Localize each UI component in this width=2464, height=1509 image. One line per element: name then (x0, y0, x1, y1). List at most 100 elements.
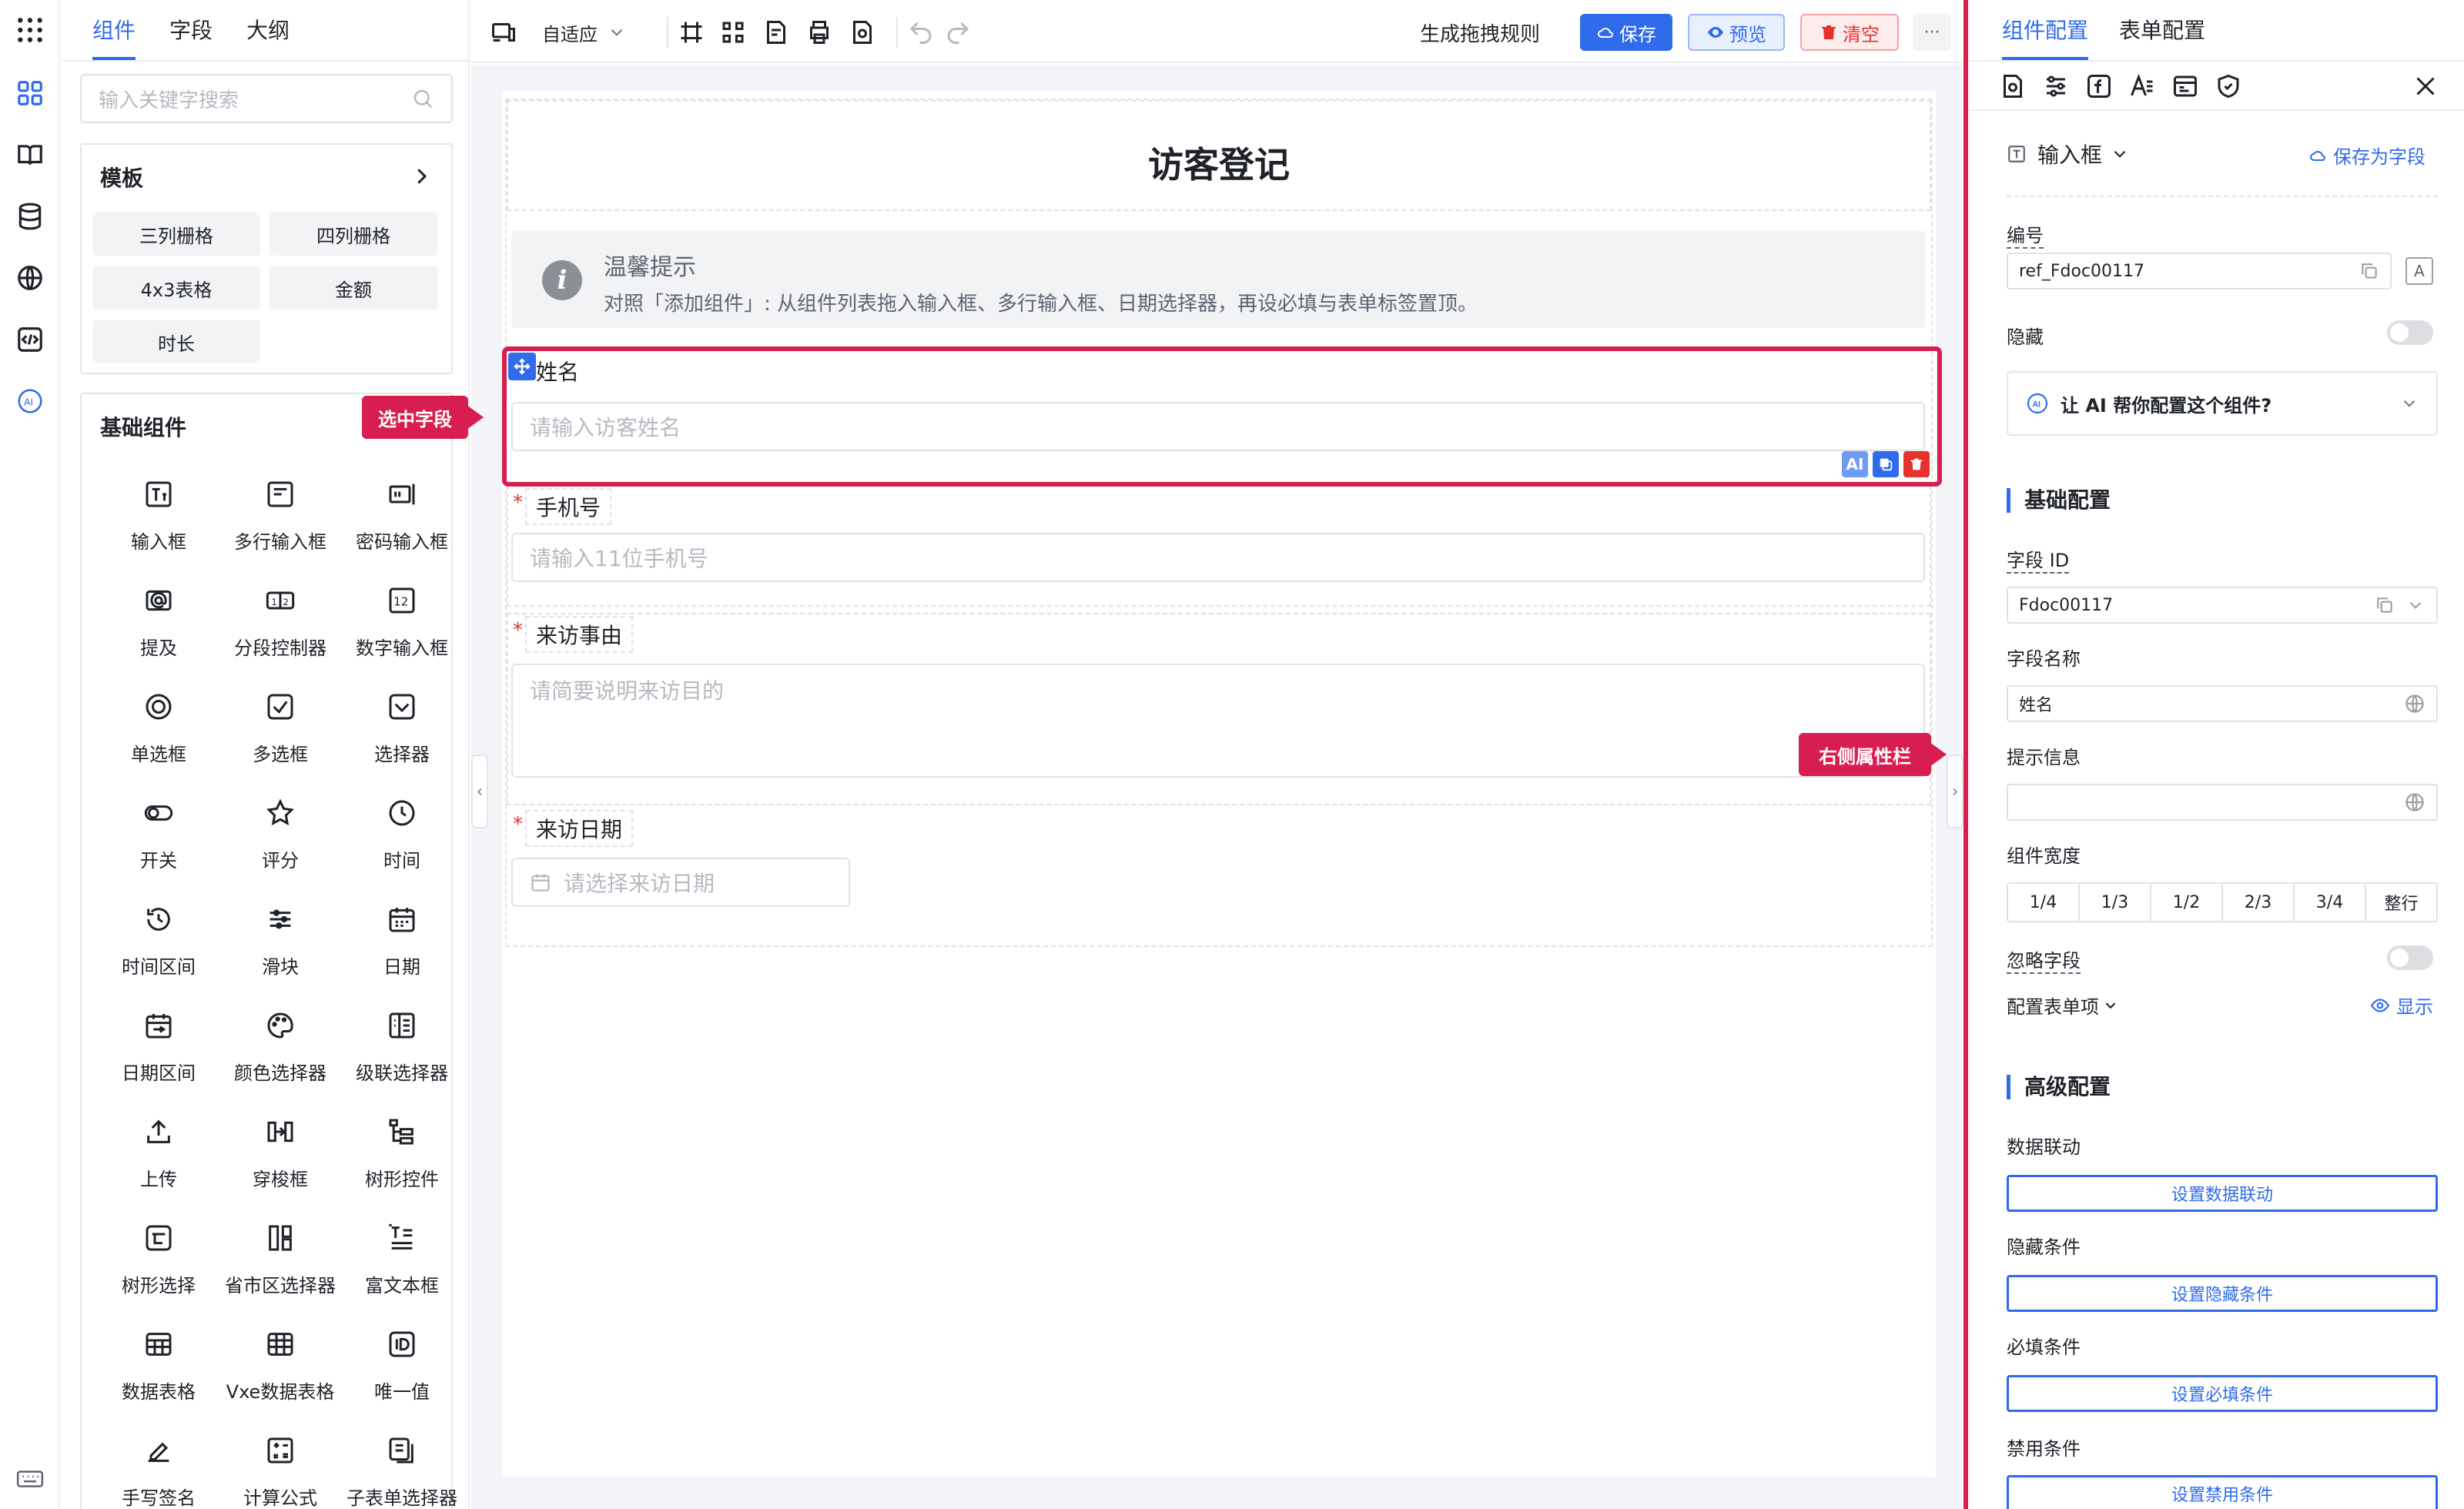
field-label-phone[interactable]: 手机号 (525, 488, 612, 525)
component-item[interactable]: 单选框 (97, 684, 220, 790)
copy-action-icon[interactable] (1873, 451, 1899, 477)
function-icon[interactable] (2084, 71, 2114, 102)
window-icon[interactable] (2170, 71, 2201, 102)
component-item[interactable]: 输入框 (97, 471, 220, 577)
component-item[interactable]: 上传 (97, 1109, 220, 1215)
font-a-icon[interactable]: A (2405, 257, 2433, 285)
template-item[interactable]: 4x3表格 (92, 266, 260, 309)
template-item[interactable]: 三列栅格 (92, 212, 260, 256)
set-hide-cond-button[interactable]: 设置隐藏条件 (2007, 1275, 2438, 1312)
component-item[interactable]: 1 2 分段控制器 (219, 577, 342, 684)
tab-outline[interactable]: 大纲 (246, 14, 290, 60)
grid-icon[interactable] (719, 17, 747, 48)
set-disable-cond-button[interactable]: 设置禁用条件 (2007, 1475, 2438, 1509)
copy-icon[interactable] (2359, 261, 2379, 281)
field-id-select[interactable]: Fdoc00117 (2007, 587, 2438, 624)
gen-rules-button[interactable]: 生成拖拽规则 (1420, 17, 1540, 48)
component-item[interactable]: 颜色选择器 (219, 1002, 342, 1109)
ai-action-button[interactable]: AI (1842, 451, 1868, 477)
date-picker[interactable]: 请选择来访日期 (511, 858, 850, 907)
template-item[interactable]: 时长 (92, 320, 260, 363)
component-item[interactable]: 提及 (97, 577, 220, 684)
component-item[interactable]: 手写签名 (97, 1427, 220, 1509)
keyboard-icon[interactable] (14, 1463, 46, 1495)
adapt-select[interactable]: 自适应 (542, 17, 627, 48)
sliders-icon[interactable] (2040, 71, 2071, 102)
ref-input[interactable]: ref_Fdoc00117 (2007, 253, 2392, 289)
redo-icon[interactable] (944, 17, 972, 48)
component-item[interactable]: 级联选择器 (340, 1002, 464, 1109)
component-item[interactable]: 日期区间 (97, 1002, 220, 1109)
frame-icon[interactable] (678, 17, 705, 48)
show-toggle-button[interactable]: 显示 (2370, 992, 2433, 1019)
drag-handle-icon[interactable] (508, 353, 536, 380)
code-icon[interactable] (14, 323, 46, 356)
tab-form-config[interactable]: 表单配置 (2119, 14, 2205, 60)
field-label-date[interactable]: 来访日期 (525, 810, 634, 847)
apps-grid-icon[interactable] (14, 14, 46, 46)
globe-icon[interactable] (2404, 791, 2426, 813)
props-icon[interactable] (1997, 71, 2028, 102)
component-item[interactable]: 唯一值 (340, 1321, 464, 1427)
copy-icon[interactable] (2375, 595, 2395, 615)
component-item[interactable]: 多行输入框 (219, 471, 342, 577)
ai-config-box[interactable]: AI 让 AI 帮你配置这个组件? (2007, 371, 2438, 436)
component-item[interactable]: 12 数字输入框 (340, 577, 464, 684)
component-search-input[interactable]: 输入关键字搜索 (80, 74, 453, 123)
book-icon[interactable] (14, 139, 46, 171)
component-item[interactable]: 滑块 (219, 896, 342, 1002)
hint-input[interactable] (2007, 784, 2438, 821)
tab-component-config[interactable]: 组件配置 (2002, 14, 2089, 60)
close-icon[interactable] (2410, 71, 2441, 102)
undo-icon[interactable] (907, 17, 935, 48)
text-style-icon[interactable] (2127, 71, 2158, 102)
width-option[interactable]: 1/2 (2151, 884, 2223, 921)
more-button[interactable]: ··· (1913, 14, 1951, 51)
component-item[interactable]: 日期 (340, 896, 464, 1002)
width-option[interactable]: 1/4 (2008, 884, 2080, 921)
width-option[interactable]: 2/3 (2223, 884, 2295, 921)
set-req-cond-button[interactable]: 设置必填条件 (2007, 1375, 2438, 1412)
tab-components[interactable]: 组件 (92, 14, 136, 60)
components-icon[interactable] (14, 77, 46, 109)
delete-action-icon[interactable] (1903, 451, 1930, 477)
preview-button[interactable]: 预览 (1688, 14, 1785, 51)
component-type-select[interactable]: 输入框 (2007, 139, 2130, 169)
set-linkage-button[interactable]: 设置数据联动 (2007, 1175, 2438, 1212)
template-item[interactable]: 金额 (270, 266, 437, 309)
component-item[interactable]: 选择器 (340, 684, 464, 790)
hidden-toggle[interactable] (2387, 320, 2433, 345)
save-button[interactable]: 保存 (1580, 14, 1672, 51)
component-item[interactable]: 穿梭框 (219, 1109, 342, 1215)
template-item[interactable]: 四列栅格 (270, 212, 437, 256)
component-item[interactable]: 时间 (340, 790, 464, 896)
field-name-input[interactable]: 姓名 (2007, 685, 2438, 722)
globe-icon[interactable] (14, 262, 46, 294)
width-option[interactable]: 整行 (2366, 884, 2436, 921)
phone-input[interactable]: 请输入11位手机号 (511, 533, 1925, 582)
component-item[interactable]: 评分 (219, 790, 342, 896)
import-icon[interactable] (849, 17, 876, 48)
collapse-left-button[interactable]: ‹ (471, 754, 488, 828)
database-icon[interactable] (14, 200, 46, 233)
config-items-dropdown[interactable]: 配置表单项 (2007, 992, 2119, 1019)
component-item[interactable]: 树形控件 (340, 1109, 464, 1215)
reason-textarea[interactable]: 请简要说明来访目的 (511, 664, 1925, 778)
component-item[interactable]: 子表单选择器 (340, 1427, 464, 1509)
component-item[interactable]: 时间区间 (97, 896, 220, 1002)
clear-button[interactable]: 清空 (1800, 14, 1899, 51)
component-item[interactable]: 省市区选择器 (219, 1215, 342, 1321)
component-item[interactable]: 多选框 (219, 684, 342, 790)
width-option[interactable]: 3/4 (2295, 884, 2366, 921)
globe-icon[interactable] (2404, 693, 2426, 714)
width-option[interactable]: 1/3 (2080, 884, 2151, 921)
component-item[interactable]: 开关 (97, 790, 220, 896)
component-item[interactable]: 树形选择 (97, 1215, 220, 1321)
shield-icon[interactable] (2213, 71, 2244, 102)
edit-doc-icon[interactable] (762, 17, 790, 48)
ai-icon[interactable]: AI (14, 385, 46, 417)
component-item[interactable]: Vxe数据表格 (219, 1321, 342, 1427)
component-item[interactable]: 富文本框 (340, 1215, 464, 1321)
print-icon[interactable] (805, 17, 833, 48)
component-item[interactable]: 数据表格 (97, 1321, 220, 1427)
